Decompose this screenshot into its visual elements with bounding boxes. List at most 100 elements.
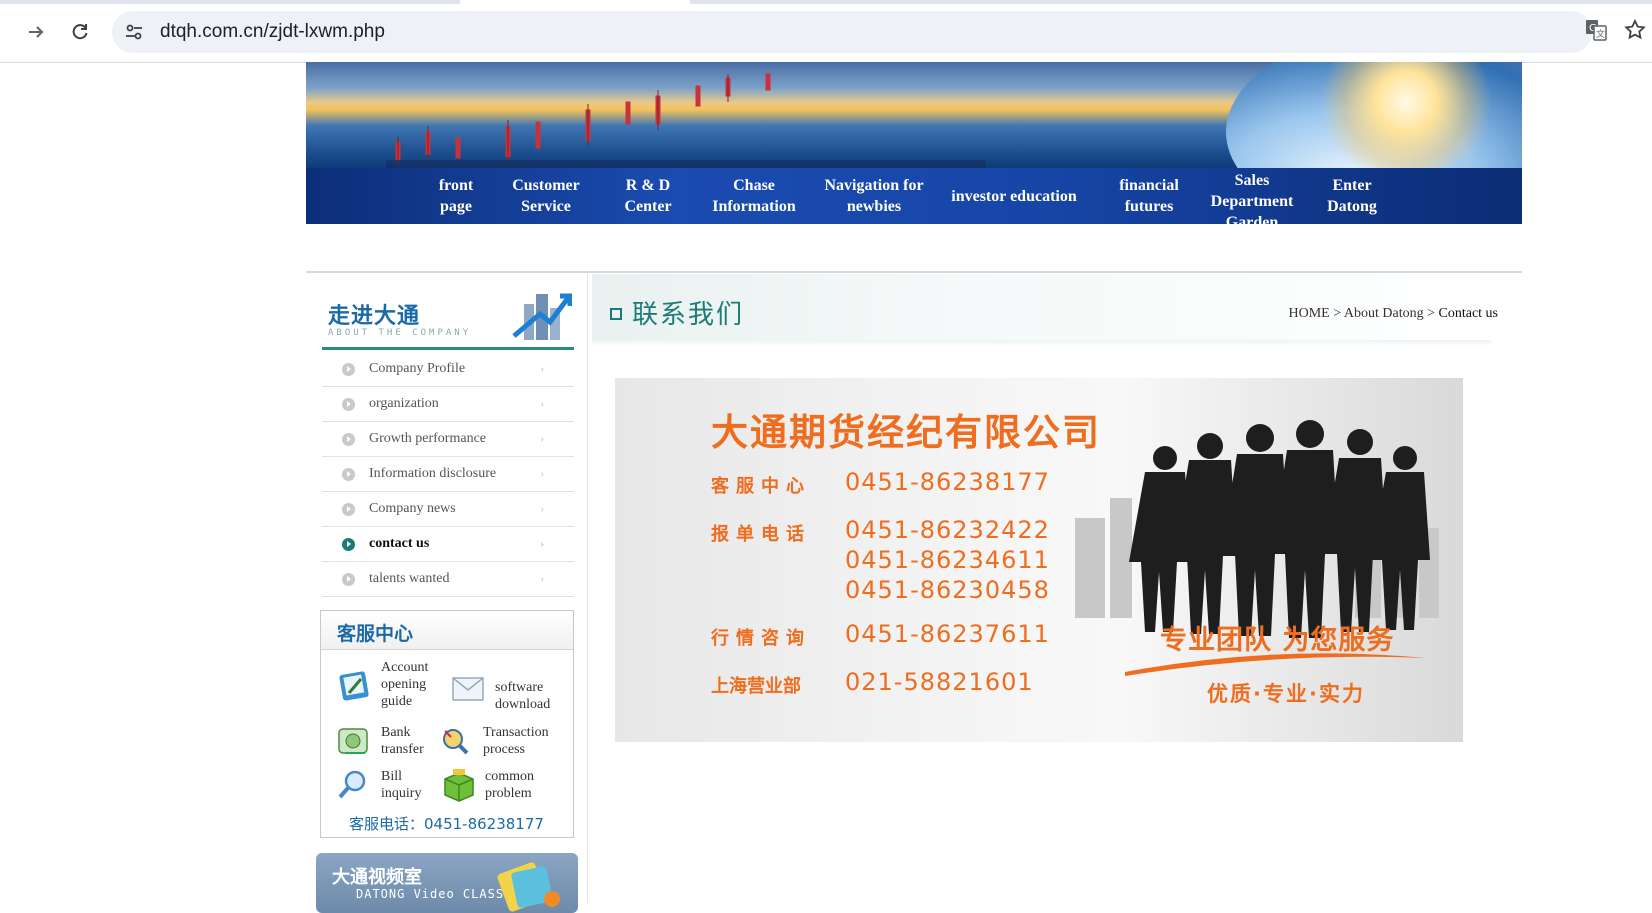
magnifier-icon [338,770,366,799]
sidebar-title: 走进大通 [328,304,421,329]
nav-item-investor-education[interactable]: investor education [942,168,1086,224]
nav-item-chase-information[interactable]: Chase Information [702,168,806,224]
nav-item-financial-futures[interactable]: financial futures [1104,168,1194,224]
contact-label-service: 客服中心 [711,476,811,497]
bullet-icon [342,537,355,551]
contact-label-shanghai: 上海营业部 [711,676,801,697]
chevron-right-icon: › [540,468,544,480]
green-box-icon [444,769,474,802]
sidebar-item-label: organization [369,396,439,411]
browser-toolbar: dtqh.com.cn/zjdt-lxwm.php G文 [0,0,1652,63]
sidebar-item-label: Information disclosure [369,466,497,481]
service-link-transaction-process[interactable]: Transaction process [437,723,549,759]
contact-number: 0451-86237611 [845,620,1050,648]
video-subtitle: DATONG Video CLASS [356,887,505,901]
title-square-icon [610,308,622,320]
translate-icon: G文 [1586,20,1607,41]
contact-card: 大通期货经纪有限公司 客服中心 0451-86238177 报单电话 0451-… [615,378,1463,742]
nav-item-customer-service[interactable]: Customer Service [498,168,594,224]
sidebar-item-label: Growth performance [369,431,487,446]
active-tab[interactable] [460,0,690,4]
svg-text:文: 文 [1596,28,1605,40]
sidebar-subtitle: ABOUT THE COMPANY [328,328,472,338]
star-icon [1624,18,1646,40]
video-title: 大通视频室 [332,867,422,888]
bullet-icon [342,362,355,376]
service-title: 客服中心 [337,623,414,645]
contact-number: 0451-86238177 [845,468,1050,496]
sidebar-header-line [322,347,574,350]
bullet-icon [342,397,355,411]
sidebar-item-organization[interactable]: organization › [322,387,574,422]
site-banner [306,62,1522,168]
bullet-icon [342,502,355,516]
service-link-software-download[interactable]: software download [449,663,550,713]
sidebar-item-company-news[interactable]: Company news › [322,492,574,527]
header-shadow [592,340,1492,346]
content-header: 联系我们 HOME > About Datong > Contact us [592,274,1522,346]
chevron-right-icon: › [540,433,544,445]
service-link-bill-inquiry[interactable]: Bill inquiry [335,767,421,803]
breadcrumb-about[interactable]: About Datong [1344,306,1424,321]
magnifier-arrow-icon [443,729,469,755]
tune-icon[interactable] [124,22,144,42]
slogan: 专业团队 为您服务 [1160,625,1395,656]
bullet-icon [342,467,355,481]
breadcrumb-separator: > [1329,306,1344,321]
contact-number: 0451-86230458 [845,576,1050,604]
bullet-icon [342,432,355,446]
forward-button[interactable] [18,14,54,50]
chevron-right-icon: › [540,363,544,375]
chevron-right-icon: › [540,503,544,515]
slogan-sub: 优质·专业·实力 [1207,682,1365,706]
sidebar-item-information-disclosure[interactable]: Information disclosure › [322,457,574,492]
chevron-right-icon: › [540,538,544,550]
breadcrumb-separator: > [1423,306,1439,321]
header-divider [306,271,1522,273]
sidebar-item-contact-us[interactable]: contact us › [322,527,574,562]
sidebar-item-company-profile[interactable]: Company Profile › [322,352,574,387]
video-class-banner[interactable]: 大通视频室 DATONG Video CLASS [316,853,578,913]
guide-book-icon [339,670,369,701]
breadcrumb-home[interactable]: HOME [1289,306,1330,321]
translate-button[interactable]: G文 [1584,18,1608,47]
sidebar-item-label: contact us [369,536,430,551]
column-divider [587,274,588,903]
contact-number: 0451-86234611 [845,546,1050,574]
service-link-common-problem[interactable]: common problem [439,767,534,803]
nav-item-sales-department[interactable]: Sales Department Garden [1202,168,1302,224]
chevron-right-icon: › [540,398,544,410]
bullet-icon [342,572,355,586]
page-title: 联系我们 [632,300,745,330]
reload-button[interactable] [62,14,98,50]
contact-number: 021-58821601 [845,668,1034,696]
contact-number: 0451-86232422 [845,516,1050,544]
service-link-bank-transfer[interactable]: Bank transfer [335,723,424,759]
chevron-right-icon: › [540,573,544,585]
arrow-right-icon [29,26,44,38]
nav-item-enter-datong[interactable]: Enter Datong [1310,168,1394,224]
sidebar-item-talents-wanted[interactable]: talents wanted › [322,562,574,597]
nav-item-rd-center[interactable]: R & D Center [604,168,692,224]
contact-label-orders: 报单电话 [711,524,811,545]
bookmark-button[interactable] [1623,18,1647,47]
url-text[interactable]: dtqh.com.cn/zjdt-lxwm.php [160,21,385,43]
nav-item-navigation-newbies[interactable]: Navigation for newbies [812,168,936,224]
company-name: 大通期货经纪有限公司 [711,411,1101,454]
building-chart-icon [512,293,572,340]
breadcrumb-current: Contact us [1438,306,1499,321]
breadcrumb: HOME > About Datong > Contact us [1289,306,1498,322]
sidebar-item-label: Company Profile [369,361,466,376]
service-link-account-opening[interactable]: Account opening guide [335,659,428,710]
address-bar[interactable]: dtqh.com.cn/zjdt-lxwm.php [112,11,1592,53]
sidebar-item-label: talents wanted [369,571,450,586]
contact-label-market: 行情咨询 [711,628,811,649]
sidebar-item-label: Company news [369,501,456,516]
customer-service-box: 客服中心 Account opening guide software downloa… [320,610,574,838]
service-header: 客服中心 [321,611,573,650]
banner-candlestick-graphic [386,73,986,168]
sidebar-header: 走进大通 ABOUT THE COMPANY [322,284,574,350]
bank-transfer-icon [338,728,368,754]
sidebar-item-growth-performance[interactable]: Growth performance › [322,422,574,457]
nav-item-front-page[interactable]: front page [418,168,494,224]
